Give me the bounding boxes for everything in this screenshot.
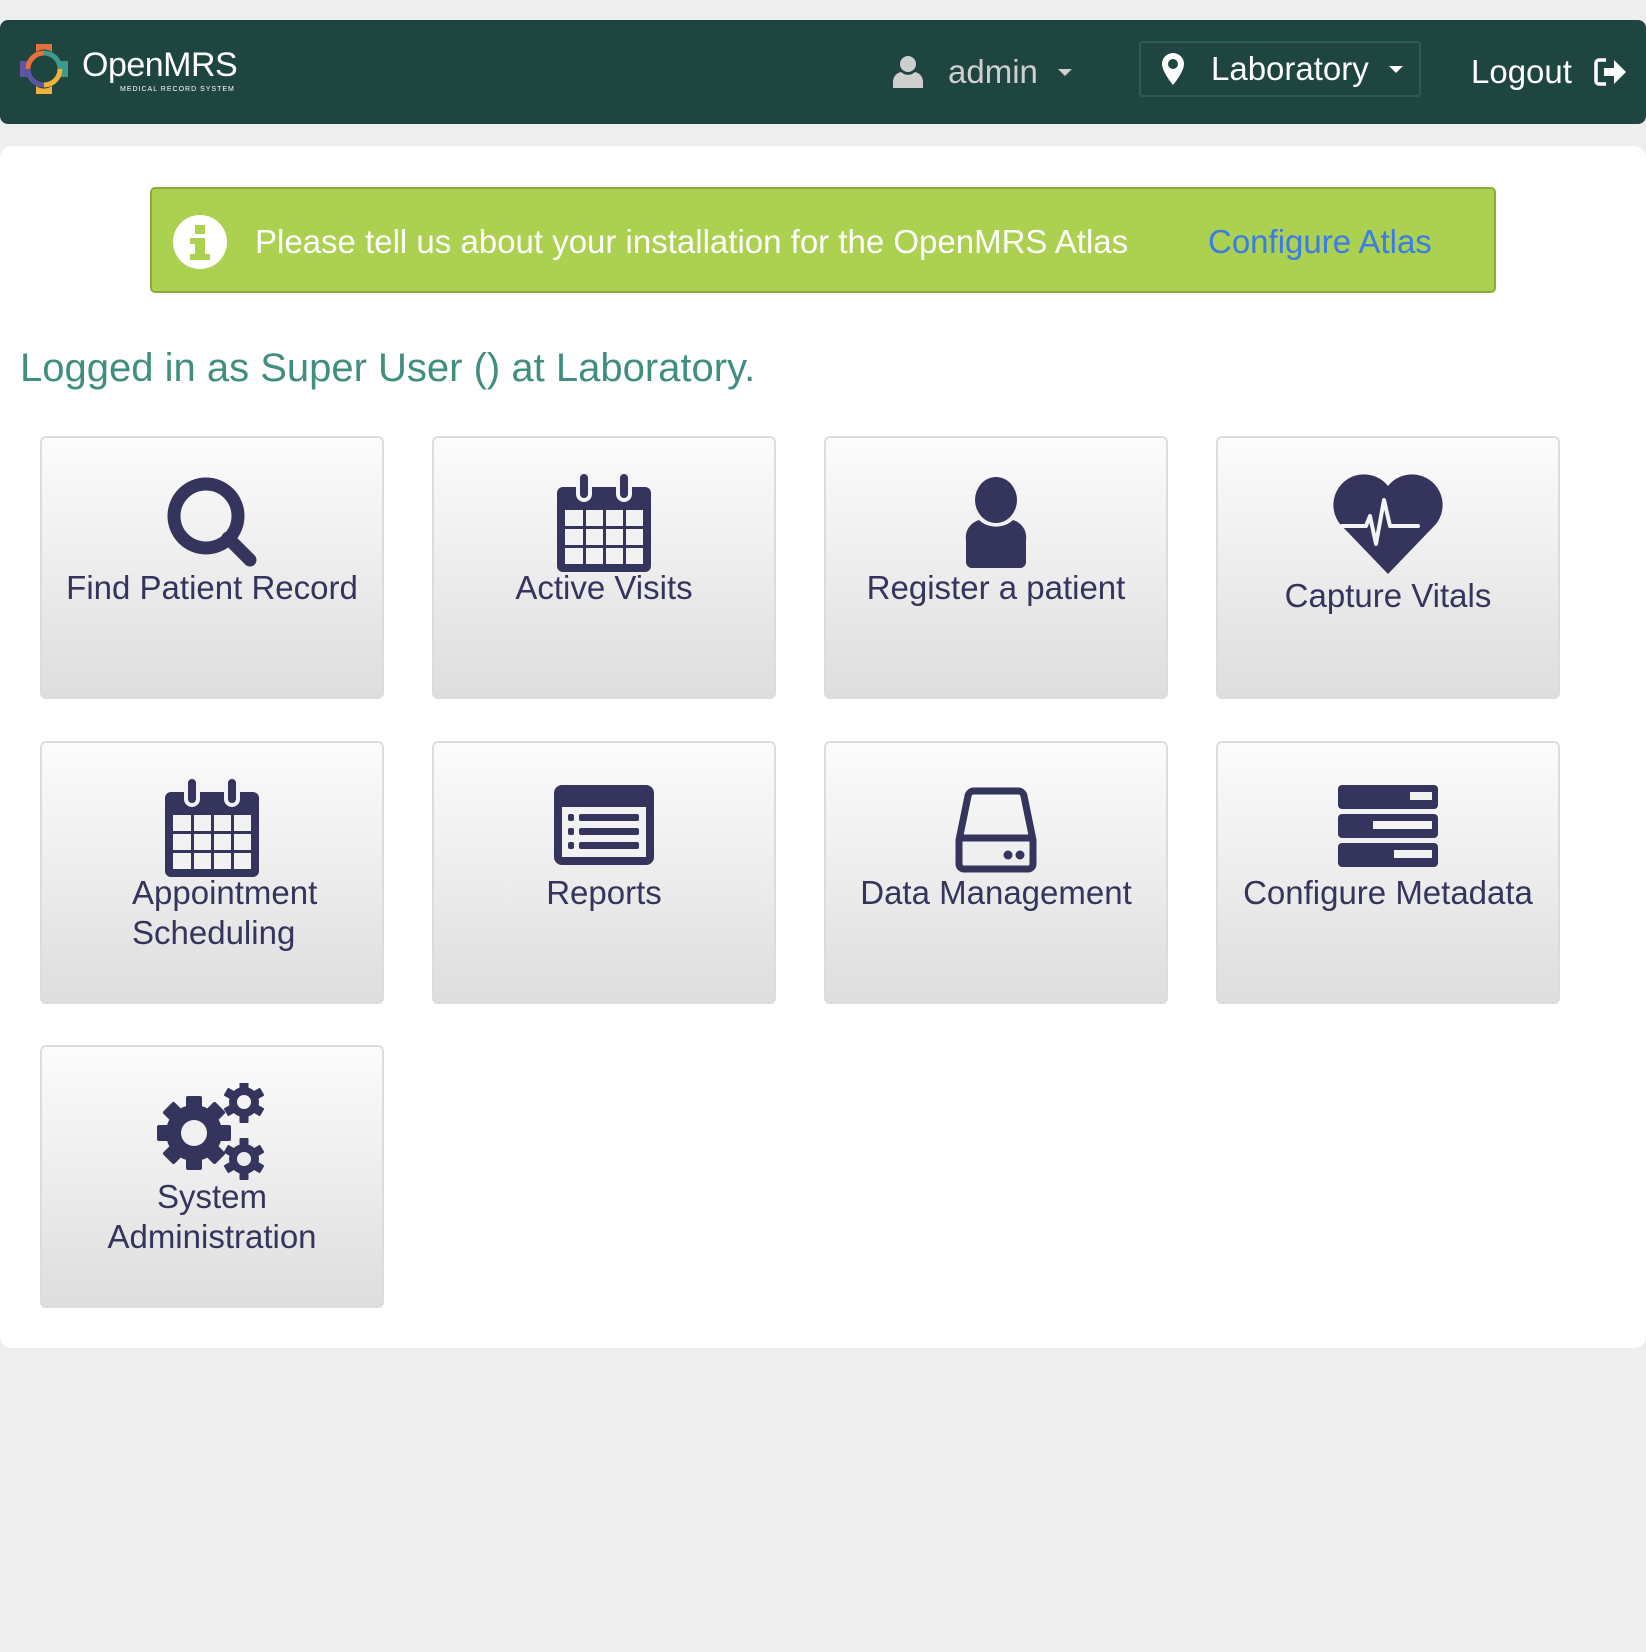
openmrs-logo[interactable]: OpenMRS MEDICAL RECORD SYSTEM [18,42,258,102]
app-tile-system-administration[interactable]: System Administration [40,1045,384,1308]
app-tile-label: Data Management [860,874,1132,911]
heartbeat-icon [1333,474,1443,574]
app-tile-capture-vitals[interactable]: Capture Vitals [1216,436,1560,699]
location-menu[interactable]: Laboratory [1139,41,1421,97]
app-tile-configure-metadata[interactable]: Configure Metadata [1216,741,1560,1004]
location-name: Laboratory [1211,50,1369,87]
list-icon [554,785,654,865]
top-navbar: OpenMRS MEDICAL RECORD SYSTEM admin Labo… [0,20,1646,124]
logged-in-message: Logged in as Super User () at Laboratory… [20,346,756,390]
app-tile-find-patient-record[interactable]: Find Patient Record [40,436,384,699]
server-icon [1338,785,1438,867]
logout-label: Logout [1471,53,1572,90]
app-tile-data-management[interactable]: Data Management [824,741,1168,1004]
app-tile-appointment-scheduling[interactable]: Appointment Scheduling [40,741,384,1004]
app-tile-label: Appointment Scheduling [132,874,318,951]
logout-button[interactable]: Logout [1471,48,1628,96]
gears-icon [157,1083,265,1180]
chevron-down-icon [1388,65,1403,73]
app-tile-label: Capture Vitals [1284,577,1492,614]
user-menu[interactable]: admin [892,48,1072,96]
logo-text: OpenMRS [82,46,238,84]
app-tile-label: Reports [546,874,662,911]
logo-subtitle: MEDICAL RECORD SYSTEM [120,86,235,93]
map-marker-icon [1162,53,1184,85]
app-tile-label: Configure Metadata [1243,874,1533,911]
search-icon [167,477,257,567]
sign-out-icon [1594,58,1626,86]
app-tile-reports[interactable]: Reports [432,741,776,1004]
calendar-icon [165,777,259,877]
app-tile-register-patient[interactable]: Register a patient [824,436,1168,699]
chevron-down-icon [1057,68,1072,76]
openmrs-logo-icon [20,44,68,94]
user-icon [892,56,924,88]
banner-message: Please tell us about your installation f… [255,223,1129,260]
configure-atlas-link[interactable]: Configure Atlas [1208,223,1432,261]
app-tile-label: System Administration [107,1178,317,1255]
hdd-icon [955,787,1037,873]
app-tile-label: Find Patient Record [66,569,358,606]
app-tile-label: Register a patient [866,569,1126,606]
app-tile-active-visits[interactable]: Active Visits [432,436,776,699]
info-icon [173,215,227,269]
atlas-alert-banner: Please tell us about your installation f… [150,187,1496,293]
user-name: admin [948,53,1038,90]
user-icon [965,477,1027,568]
app-tile-label: Active Visits [515,569,693,606]
calendar-icon [557,472,651,572]
